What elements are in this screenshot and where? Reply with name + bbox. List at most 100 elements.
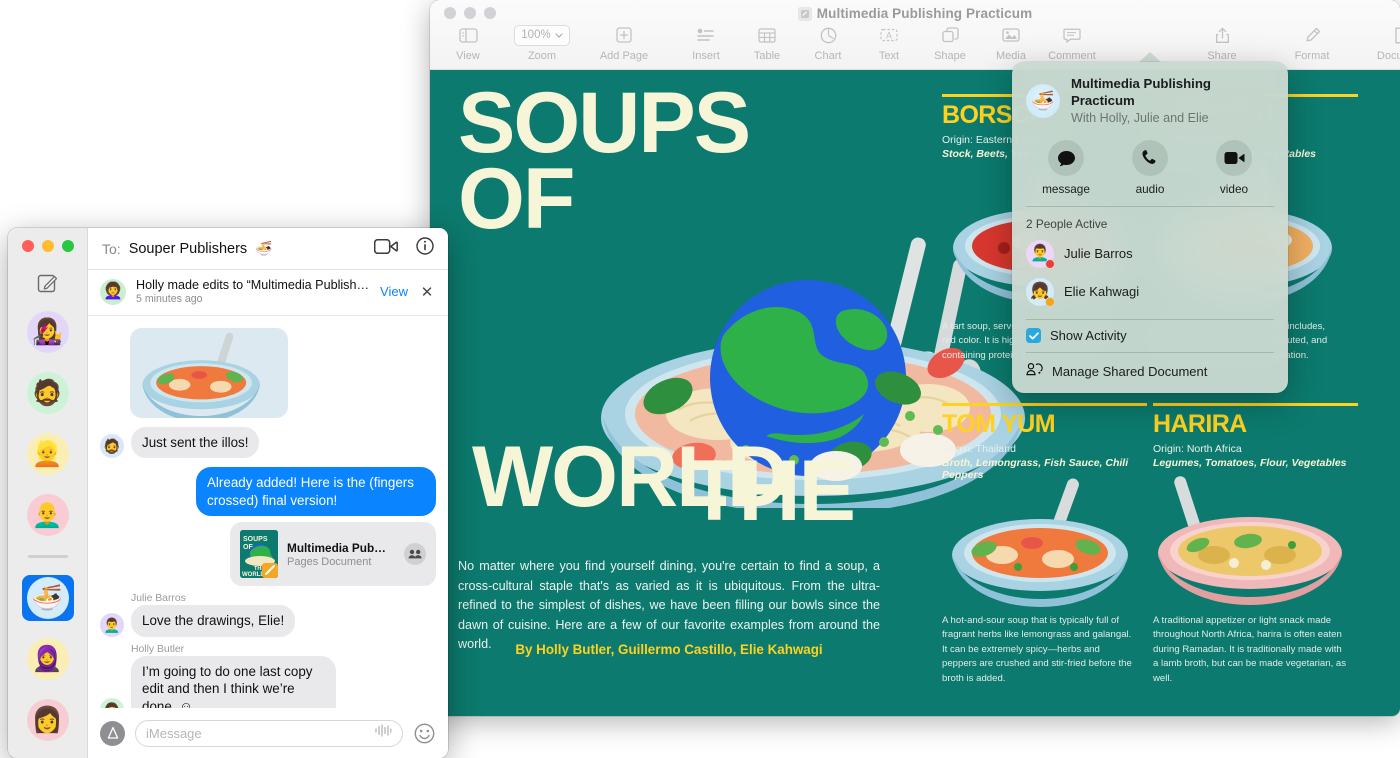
toolbar-center-group: Insert Table Chart bbox=[682, 24, 1096, 62]
pages-window-title: Multimedia Publishing Practicum bbox=[430, 4, 1400, 23]
format-icon bbox=[1304, 24, 1321, 46]
status-dot bbox=[1045, 297, 1055, 307]
sidebar-item-conversation-2[interactable]: 🧔 bbox=[22, 370, 74, 416]
pages-title-text: Multimedia Publishing Practicum bbox=[817, 6, 1032, 21]
chart-icon bbox=[820, 24, 837, 46]
info-circle-icon[interactable] bbox=[416, 237, 434, 260]
toolbar-document-button[interactable]: Document bbox=[1370, 24, 1400, 62]
toolbar-zoom-control[interactable]: 100% Zoom bbox=[510, 24, 574, 62]
avatar: 👩‍🎤 bbox=[27, 311, 69, 353]
pages-document-attachment[interactable]: SOUPS OF THE WORLD Multimedia Pub… bbox=[230, 522, 436, 586]
chevron-down-icon bbox=[555, 29, 563, 41]
manage-shared-document-row[interactable]: Manage Shared Document bbox=[1012, 355, 1288, 393]
show-activity-checkbox[interactable] bbox=[1026, 328, 1041, 343]
sender-name: Holly Butler bbox=[131, 644, 436, 655]
sender-name: Julie Barros bbox=[131, 593, 436, 604]
popover-message-button[interactable]: message bbox=[1036, 140, 1096, 196]
message-bubble[interactable]: Love the drawings, Elie! bbox=[131, 605, 295, 636]
message-thread[interactable]: 🧔 Just sent the illos! Already added! He… bbox=[88, 316, 448, 708]
collaborate-popover: 🍜 Multimedia Publishing Practicum With H… bbox=[1012, 62, 1288, 393]
popover-divider bbox=[1026, 206, 1274, 207]
compose-new-message-icon[interactable] bbox=[35, 269, 61, 295]
messages-window-controls[interactable] bbox=[8, 228, 87, 252]
document-edit-banner[interactable]: 👩‍🦱 Holly made edits to “Multimedia Publ… bbox=[88, 270, 448, 316]
soup-origin: Origin: Thailand bbox=[942, 443, 1147, 455]
emoji-picker-icon[interactable] bbox=[413, 722, 436, 745]
popover-person-elie-kahwagi[interactable]: 👧 Elie Kahwagi bbox=[1012, 273, 1288, 311]
toolbar-format-button[interactable]: Format bbox=[1280, 24, 1344, 62]
soup-origin: Origin: North Africa bbox=[1153, 443, 1358, 455]
popover-video-button[interactable]: video bbox=[1204, 140, 1264, 196]
person-name: Elie Kahwagi bbox=[1064, 284, 1139, 299]
toolbar-table-label: Table bbox=[754, 50, 780, 62]
popover-divider bbox=[1026, 319, 1274, 320]
toolbar-comment-button[interactable]: Comment bbox=[1048, 24, 1096, 62]
to-label: To: bbox=[102, 241, 121, 257]
message-compose-bar: iMessage bbox=[88, 708, 448, 758]
poster-byline: By Holly Butler, Guillermo Castillo, Eli… bbox=[458, 642, 880, 657]
toolbar-table-button[interactable]: Table bbox=[743, 24, 791, 62]
toolbar-comment-label: Comment bbox=[1048, 50, 1096, 62]
popover-active-count: 2 People Active bbox=[1012, 209, 1288, 235]
soup-illustration-attachment[interactable] bbox=[130, 328, 288, 418]
messages-header: To: Souper Publishers 🍜 bbox=[88, 228, 448, 270]
message-bubble[interactable]: Already added! Here is the (fingers cros… bbox=[196, 467, 436, 516]
soup-description: A traditional appetizer or light snack m… bbox=[1153, 614, 1348, 686]
message-bubble[interactable]: Just sent the illos! bbox=[131, 427, 259, 458]
recipient-name[interactable]: Souper Publishers bbox=[129, 241, 248, 257]
imessage-input[interactable]: iMessage bbox=[135, 720, 403, 747]
sidebar-item-conversation-3[interactable]: 👱 bbox=[22, 431, 74, 477]
avatar: 👩 bbox=[27, 699, 69, 741]
sidebar-item-conversation-7[interactable]: 👩 bbox=[22, 697, 74, 743]
app-store-icon[interactable] bbox=[100, 721, 125, 746]
sidebar-item-conversation-6[interactable]: 🧕 bbox=[22, 636, 74, 682]
message-row-outgoing: Already added! Here is the (fingers cros… bbox=[100, 467, 436, 516]
svg-text:WORLD: WORLD bbox=[242, 572, 265, 578]
banner-view-button[interactable]: View bbox=[380, 284, 408, 299]
popover-participants: With Holly, Julie and Elie bbox=[1071, 110, 1274, 126]
message-row-incoming: 🧔 Just sent the illos! bbox=[100, 427, 436, 458]
avatar: 👩‍🦱 bbox=[100, 279, 126, 305]
toolbar-chart-button[interactable]: Chart bbox=[804, 24, 852, 62]
sidebar-item-souper-publishers[interactable]: 🍜 bbox=[22, 575, 74, 621]
svg-text:A: A bbox=[886, 31, 892, 41]
sidebar-divider bbox=[28, 555, 68, 558]
messages-main: To: Souper Publishers 🍜 👩‍🦱 Holly made e… bbox=[88, 228, 448, 758]
toolbar-media-button[interactable]: Media bbox=[987, 24, 1035, 62]
poster-title-block: SOUPS OF bbox=[458, 86, 908, 237]
minimize-button[interactable] bbox=[42, 240, 54, 252]
popover-person-julie-barros[interactable]: 👨‍🦱 Julie Barros bbox=[1012, 235, 1288, 273]
show-activity-row[interactable]: Show Activity bbox=[1012, 321, 1288, 350]
audio-waveform-icon[interactable] bbox=[374, 724, 392, 742]
popover-divider bbox=[1026, 352, 1274, 353]
toolbar-media-label: Media bbox=[996, 50, 1026, 62]
pages-titlebar: Multimedia Publishing Practicum View bbox=[430, 0, 1400, 70]
message-bubble[interactable]: I’m going to do one last copy edit and t… bbox=[131, 656, 336, 708]
sidebar-view-icon bbox=[459, 24, 478, 46]
facetime-video-icon[interactable] bbox=[374, 239, 398, 259]
conversation-list: 👩‍🎤 🧔 👱 👨‍🦲 🍜 🧕 bbox=[8, 309, 87, 743]
close-icon[interactable]: ✕ bbox=[418, 283, 436, 301]
toolbar-text-button[interactable]: A Text bbox=[865, 24, 913, 62]
sidebar-item-conversation-4[interactable]: 👨‍🦲 bbox=[22, 492, 74, 538]
shape-icon bbox=[942, 24, 959, 46]
toolbar-add-page-label: Add Page bbox=[600, 50, 648, 62]
soup-rule bbox=[1153, 403, 1358, 406]
insert-icon bbox=[697, 24, 715, 46]
toolbar-view-button[interactable]: View bbox=[444, 24, 492, 62]
toolbar-insert-button[interactable]: Insert bbox=[682, 24, 730, 62]
toolbar-format-label: Format bbox=[1295, 50, 1330, 62]
toolbar-shape-button[interactable]: Shape bbox=[926, 24, 974, 62]
popover-actions: message audio video bbox=[1012, 130, 1288, 204]
toolbar-right-group: Share Format Document bbox=[1190, 24, 1400, 62]
toolbar-add-page-button[interactable]: Add Page bbox=[592, 24, 656, 62]
toolbar-share-button[interactable]: Share bbox=[1190, 24, 1254, 62]
soup-card-harira: HARIRA Origin: North Africa Legumes, Tom… bbox=[1153, 403, 1358, 469]
zoom-button[interactable] bbox=[62, 240, 74, 252]
svg-text:SOUPS: SOUPS bbox=[243, 536, 268, 543]
popover-audio-button[interactable]: audio bbox=[1120, 140, 1180, 196]
sidebar-item-conversation-1[interactable]: 👩‍🎤 bbox=[22, 309, 74, 355]
close-button[interactable] bbox=[22, 240, 34, 252]
shared-people-icon bbox=[404, 543, 426, 565]
popover-video-label: video bbox=[1220, 182, 1248, 196]
